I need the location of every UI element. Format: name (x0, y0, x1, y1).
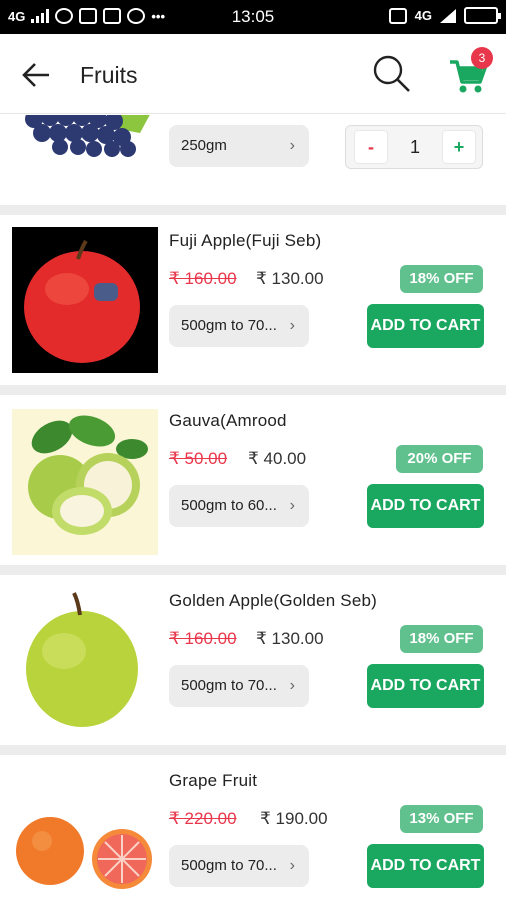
mrp-price: ₹ 50.00 (169, 449, 228, 468)
search-icon[interactable] (372, 54, 412, 94)
weight-selector[interactable]: 500gm to 70... › (169, 845, 309, 887)
mrp-price: ₹ 160.00 (169, 629, 237, 648)
sale-price: ₹ 130.00 (256, 269, 324, 288)
mrp-price: ₹ 220.00 (169, 809, 237, 828)
decrease-button[interactable]: - (354, 130, 388, 164)
product-card-grape-fruit: Grape Fruit ₹ 220.00 ₹ 190.00 13% OFF 50… (0, 755, 506, 900)
product-card-golden-apple: Golden Apple(Golden Seb) ₹ 160.00 ₹ 130.… (0, 575, 506, 745)
weight-value: 250gm (181, 137, 227, 154)
weight-value: 500gm to 60... (181, 497, 277, 514)
increase-button[interactable]: + (442, 130, 476, 164)
product-name: Gauva(Amrood (169, 411, 287, 430)
weight-selector[interactable]: 500gm to 70... › (169, 665, 309, 707)
discount-badge: 20% OFF (396, 445, 483, 473)
weight-value: 500gm to 70... (181, 677, 277, 694)
battery-icon (464, 7, 501, 24)
add-to-cart-button[interactable]: ADD TO CART (367, 844, 484, 888)
weight-selector[interactable]: 500gm to 60... › (169, 485, 309, 527)
sale-price: ₹ 40.00 (248, 449, 307, 468)
chevron-right-icon: › (289, 137, 295, 154)
weight-value: 500gm to 70... (181, 317, 277, 334)
sale-price: ₹ 190.00 (260, 809, 328, 828)
weight-value: 500gm to 70... (181, 857, 277, 874)
cart-count-badge: 3 (471, 47, 493, 69)
product-name: Golden Apple(Golden Seb) (169, 591, 377, 610)
divider (0, 565, 506, 575)
golden-apple-image (12, 589, 158, 735)
discount-badge: 18% OFF (400, 265, 483, 293)
product-card-guava: Gauva(Amrood ₹ 50.00 ₹ 40.00 20% OFF 500… (0, 395, 506, 565)
page-title: Fruits (80, 62, 138, 88)
volte-icon (388, 7, 407, 24)
product-card-fuji-apple: Fuji Apple(Fuji Seb) ₹ 160.00 ₹ 130.00 1… (0, 215, 506, 385)
weight-selector[interactable]: 250gm › (169, 125, 309, 167)
quantity-stepper: - 1 + (345, 125, 483, 169)
guava-image (12, 409, 158, 555)
product-list: 250gm › - 1 + Fuji Apple(Fuji Seb) ₹ 160… (0, 115, 506, 900)
add-to-cart-button[interactable]: ADD TO CART (367, 664, 484, 708)
grape-fruit-image (12, 783, 158, 900)
weight-selector[interactable]: 500gm to 70... › (169, 305, 309, 347)
right-network-type: 4G (414, 8, 432, 23)
product-name: Fuji Apple(Fuji Seb) (169, 231, 322, 250)
add-to-cart-button[interactable]: ADD TO CART (367, 484, 484, 528)
back-arrow-icon[interactable] (20, 58, 54, 92)
chevron-right-icon: › (289, 857, 295, 874)
chevron-right-icon: › (289, 317, 295, 334)
status-right: 4G (388, 7, 501, 24)
quantity-value: 1 (409, 137, 420, 157)
mrp-price: ₹ 160.00 (169, 269, 237, 288)
discount-badge: 18% OFF (400, 625, 483, 653)
status-bar: 4G ••• 13:05 4G (0, 0, 506, 34)
add-to-cart-button[interactable]: ADD TO CART (367, 304, 484, 348)
grapes-image (25, 115, 150, 157)
discount-badge: 13% OFF (400, 805, 483, 833)
divider (0, 385, 506, 395)
fuji-apple-image (12, 227, 158, 373)
divider (0, 205, 506, 215)
chevron-right-icon: › (289, 677, 295, 694)
product-name: Grape Fruit (169, 771, 258, 790)
signal-strength-icon (440, 8, 456, 23)
chevron-right-icon: › (289, 497, 295, 514)
app-bar: Fruits 3 (0, 34, 506, 114)
sale-price: ₹ 130.00 (256, 629, 324, 648)
product-card-grapes: 250gm › - 1 + (0, 115, 506, 205)
divider (0, 745, 506, 755)
